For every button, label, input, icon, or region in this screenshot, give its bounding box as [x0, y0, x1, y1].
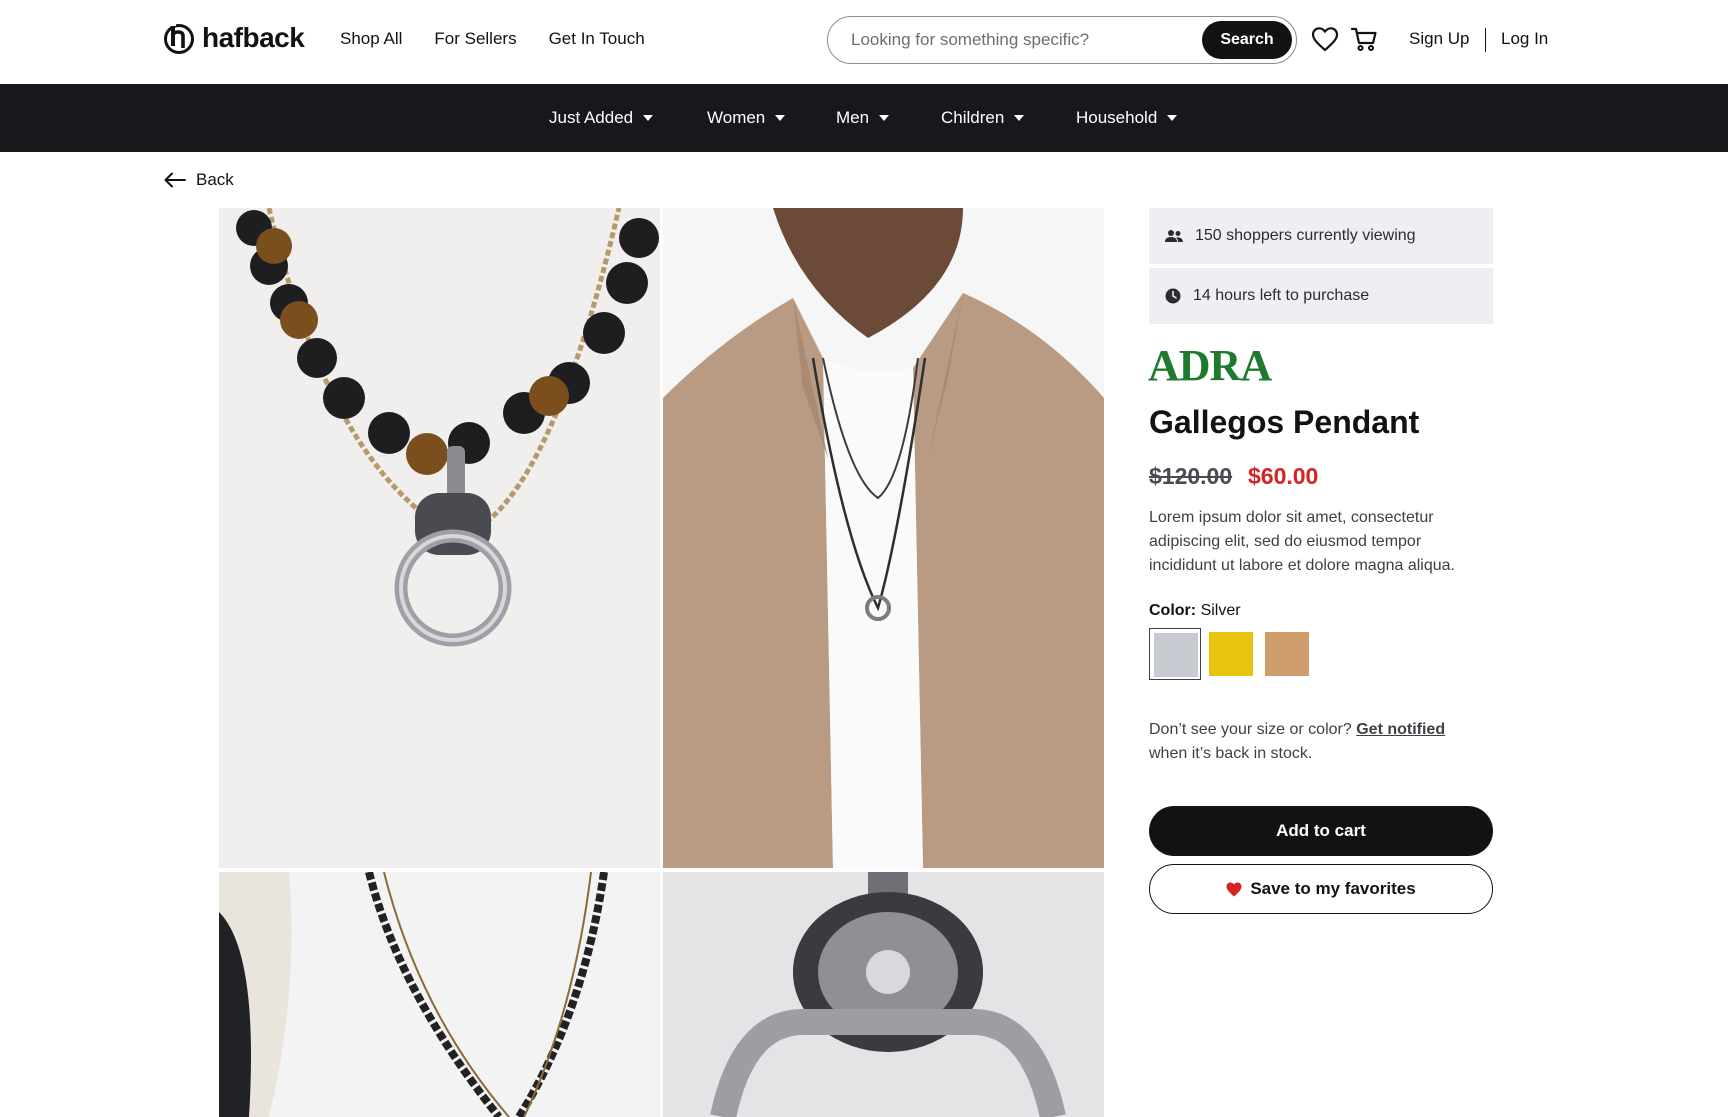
save-label: Save to my favorites [1250, 879, 1416, 898]
category-label: Women [707, 108, 766, 127]
viewers-notice: 150 shoppers currently viewing [1149, 208, 1493, 264]
get-notified-link[interactable]: Get notified [1356, 721, 1445, 738]
sale-price: $60.00 [1248, 463, 1319, 489]
swatch-color [1265, 632, 1309, 676]
clock-icon [1165, 288, 1181, 304]
sign-up-link[interactable]: Sign Up [1409, 29, 1469, 49]
cart-button[interactable] [1349, 24, 1379, 54]
auth-divider [1485, 28, 1486, 52]
swatch-color [1209, 632, 1253, 676]
color-label: Color: [1149, 602, 1197, 619]
caret-down-icon [643, 115, 654, 121]
cart-icon [1350, 27, 1377, 51]
original-price: $120.00 [1149, 463, 1233, 489]
selected-color: Silver [1200, 602, 1241, 619]
time-left-text: 14 hours left to purchase [1193, 287, 1370, 304]
add-to-cart-button[interactable]: Add to cart [1149, 806, 1493, 856]
back-label: Back [196, 170, 234, 189]
heart-filled-icon [1226, 882, 1242, 896]
swatch-silver[interactable] [1149, 628, 1201, 680]
swatch-gold[interactable] [1205, 628, 1257, 680]
back-link[interactable]: Back [164, 170, 234, 190]
site-logo[interactable]: hafback [163, 22, 305, 54]
caret-down-icon [775, 115, 786, 121]
caret-down-icon [879, 115, 890, 121]
notify-text: Don’t see your size or color? [1149, 721, 1352, 738]
nav-get-in-touch[interactable]: Get In Touch [549, 29, 645, 49]
necklace-closeup-photo[interactable] [219, 208, 660, 868]
primary-nav: Shop All For Sellers Get In Touch [340, 29, 645, 49]
top-header: hafback Shop All For Sellers Get In Touc… [0, 0, 1728, 84]
time-left-notice: 14 hours left to purchase [1149, 268, 1493, 324]
swatch-tan[interactable] [1261, 628, 1313, 680]
category-bar: Just Added Women Men Children Household [0, 84, 1728, 152]
favorites-button[interactable] [1310, 24, 1340, 54]
stock-notice: Don’t see your size or color? Get notifi… [1149, 718, 1479, 766]
search-input[interactable] [851, 30, 1191, 50]
model-wearing-necklace-photo[interactable] [663, 208, 1104, 868]
caret-down-icon [1167, 115, 1178, 121]
color-selector-label: Color: Silver [1149, 602, 1241, 620]
layered-necklaces-photo[interactable] [219, 872, 660, 1117]
product-description: Lorem ipsum dolor sit amet, consectetur … [1149, 509, 1455, 574]
category-household[interactable]: Household [1076, 108, 1178, 128]
caret-down-icon [1014, 115, 1025, 121]
search-bar: Search [827, 16, 1297, 64]
nav-for-sellers[interactable]: For Sellers [434, 29, 516, 49]
category-women[interactable]: Women [707, 108, 786, 128]
category-children[interactable]: Children [941, 108, 1025, 128]
brand-logo[interactable]: ADRA [1148, 340, 1272, 391]
viewers-text: 150 shoppers currently viewing [1195, 227, 1416, 244]
heart-icon [1311, 27, 1339, 52]
users-icon [1165, 230, 1183, 242]
category-label: Household [1076, 108, 1158, 127]
logo-text: hafback [202, 22, 305, 53]
nav-shop-all[interactable]: Shop All [340, 29, 402, 49]
category-label: Just Added [549, 108, 634, 127]
hafback-logo-icon [164, 22, 194, 54]
pendant-detail-photo[interactable] [663, 872, 1104, 1117]
category-label: Men [836, 108, 870, 127]
log-in-link[interactable]: Log In [1501, 29, 1548, 49]
category-label: Children [941, 108, 1005, 127]
notify-text-after: when it’s back in stock. [1149, 745, 1313, 762]
arrow-left-icon [164, 172, 186, 188]
category-men[interactable]: Men [836, 108, 890, 128]
product-title: Gallegos Pendant [1149, 404, 1420, 440]
save-to-favorites-button[interactable]: Save to my favorites [1149, 864, 1493, 914]
swatch-color [1154, 633, 1198, 677]
category-just-added[interactable]: Just Added [549, 108, 654, 128]
search-button[interactable]: Search [1202, 21, 1292, 59]
